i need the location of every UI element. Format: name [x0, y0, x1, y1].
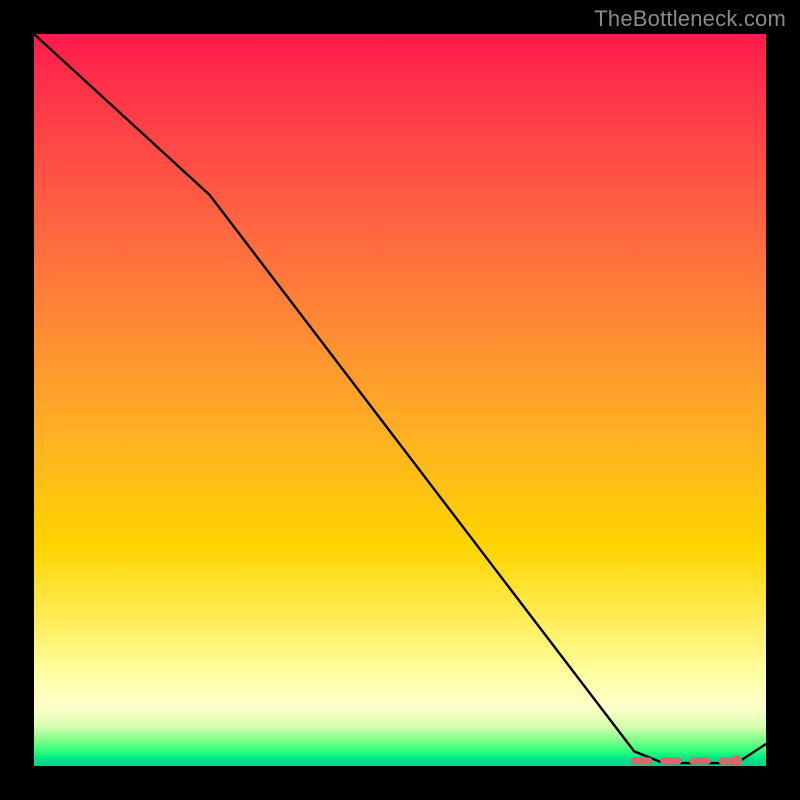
watermark-text: TheBottleneck.com — [594, 6, 786, 32]
marker-point — [731, 755, 742, 766]
chart-svg — [34, 34, 766, 766]
curve-path — [34, 34, 766, 763]
chart-stage: TheBottleneck.com — [0, 0, 800, 800]
plot-area — [34, 34, 766, 766]
